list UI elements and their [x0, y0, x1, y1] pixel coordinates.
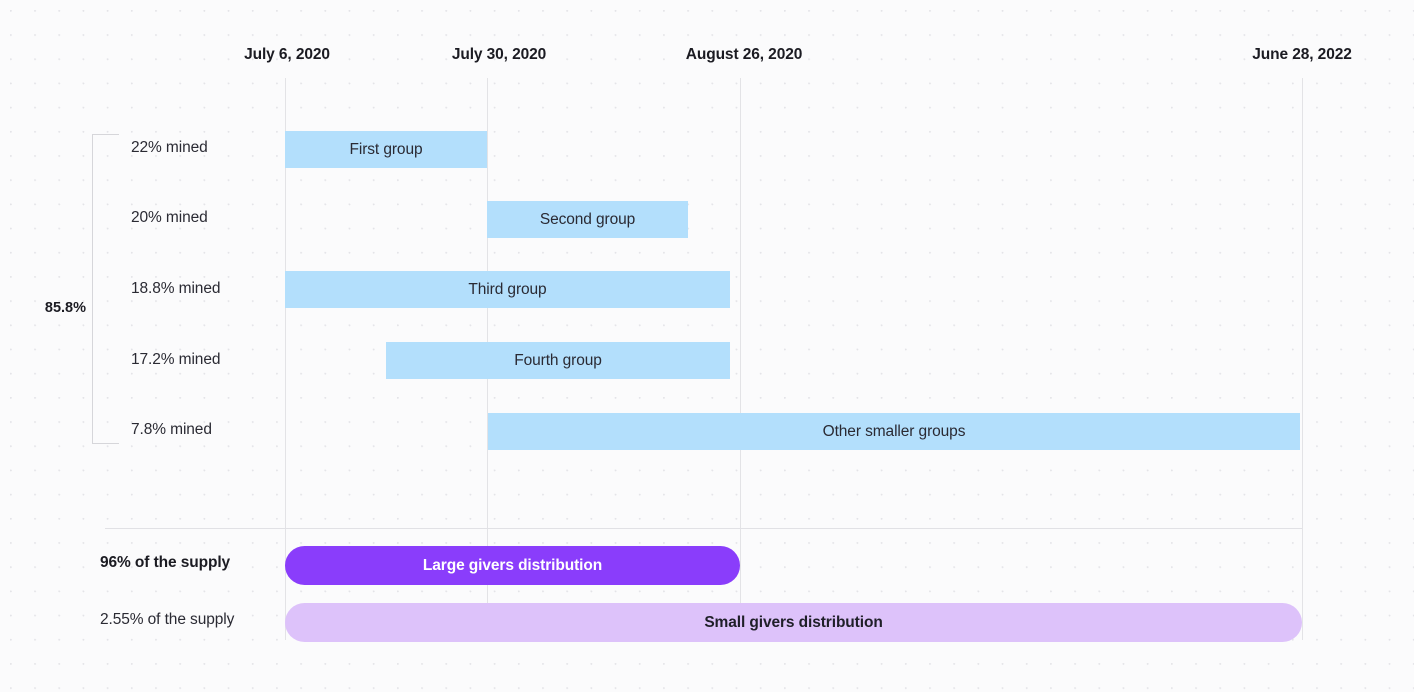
bar-label-first-group: First group: [349, 140, 423, 158]
row-label-17-2-percent-mined: 17.2% mined: [131, 351, 221, 368]
bar-label-third-group: Third group: [468, 280, 547, 298]
row-label-96-percent-supply: 96% of the supply: [100, 554, 231, 571]
row-label-2-55-percent-supply: 2.55% of the supply: [100, 611, 235, 628]
bar-second-group[interactable]: Second group: [487, 201, 688, 238]
bar-label-small-givers-distribution: Small givers distribution: [704, 613, 883, 631]
gridline-august-26-2020: [740, 78, 741, 640]
axis-tick-label-1: July 30, 2020: [451, 46, 547, 63]
bar-label-fourth-group: Fourth group: [514, 351, 602, 369]
bar-small-givers-distribution[interactable]: Small givers distribution: [285, 603, 1302, 642]
row-label-18-8-percent-mined: 18.8% mined: [131, 280, 221, 297]
row-label-7-8-percent-mined: 7.8% mined: [131, 421, 212, 438]
axis-tick-label-2: August 26, 2020: [685, 46, 803, 63]
bar-label-large-givers-distribution: Large givers distribution: [422, 556, 603, 574]
axis-tick-label-3: June 28, 2022: [1252, 46, 1352, 63]
bar-first-group[interactable]: First group: [285, 131, 487, 168]
bar-large-givers-distribution[interactable]: Large givers distribution: [285, 546, 740, 585]
timeline-chart: July 6, 2020 July 30, 2020 August 26, 20…: [0, 0, 1414, 692]
bar-label-other-smaller-groups: Other smaller groups: [822, 422, 966, 440]
bar-other-smaller-groups[interactable]: Other smaller groups: [488, 413, 1300, 450]
axis-tick-label-0: July 6, 2020: [244, 46, 330, 63]
row-label-22-percent-mined: 22% mined: [131, 139, 208, 156]
bar-third-group[interactable]: Third group: [285, 271, 730, 308]
section-divider: [105, 528, 1302, 530]
bar-label-second-group: Second group: [539, 210, 636, 228]
gridline-june-28-2022: [1302, 78, 1303, 640]
row-label-20-percent-mined: 20% mined: [131, 209, 208, 226]
mining-group-bracket: [92, 134, 119, 444]
bar-fourth-group[interactable]: Fourth group: [386, 342, 730, 379]
mining-group-total-label: 85.8%: [44, 300, 86, 316]
